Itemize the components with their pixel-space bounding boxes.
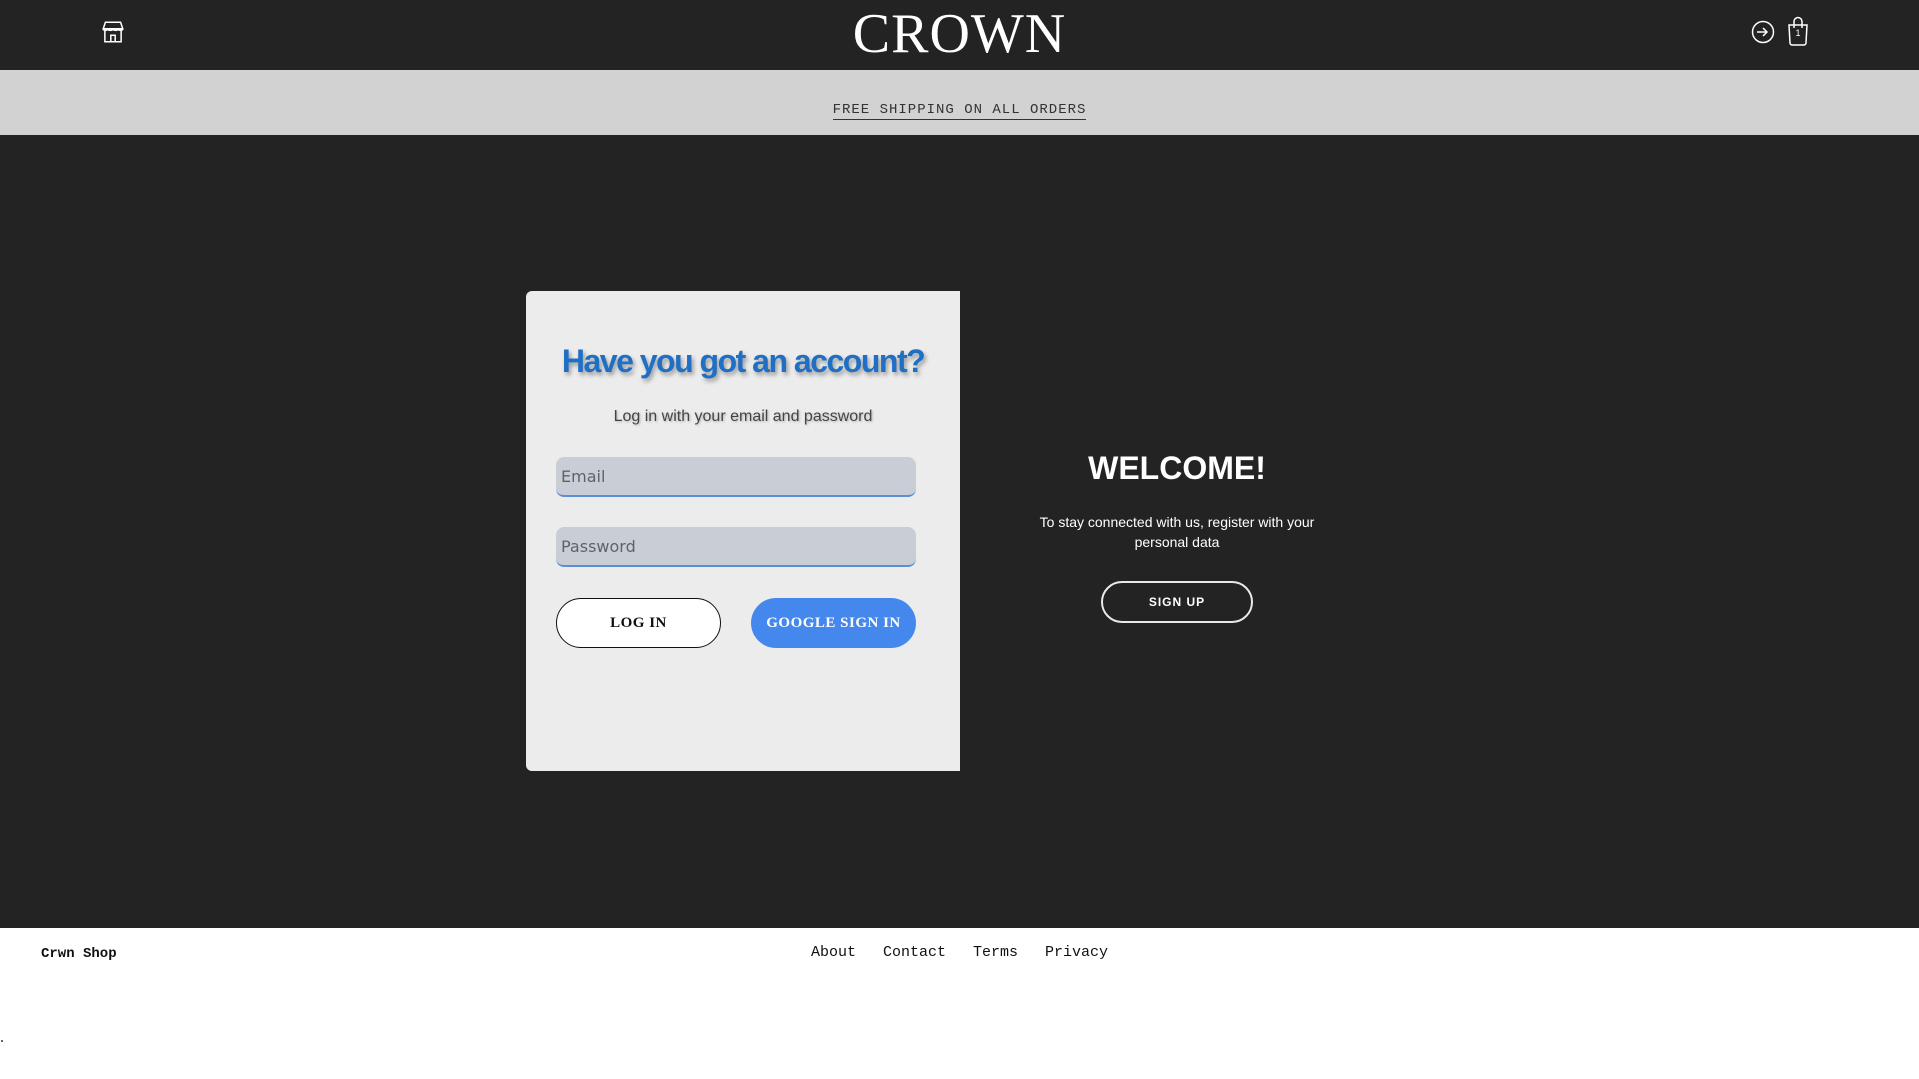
email-input[interactable] bbox=[556, 457, 916, 497]
google-signin-button[interactable]: GOOGLE SIGN IN bbox=[751, 598, 916, 648]
announcement-text: FREE SHIPPING ON ALL ORDERS bbox=[0, 102, 1919, 120]
announcement-bar: FREE SHIPPING ON ALL ORDERS bbox=[0, 70, 1919, 135]
shopping-bag-icon[interactable]: 1 bbox=[1785, 16, 1811, 46]
footer-links: About Contact Terms Privacy bbox=[0, 944, 1919, 961]
password-input[interactable] bbox=[556, 527, 916, 567]
welcome-text: To stay connected with us, register with… bbox=[1039, 514, 1315, 550]
login-card: Have you got an account? Log in with you… bbox=[526, 291, 960, 771]
cart-count: 1 bbox=[1795, 28, 1801, 38]
login-title: Have you got an account? bbox=[561, 343, 926, 379]
main-content: Have you got an account? Log in with you… bbox=[0, 135, 1919, 928]
stray-dot bbox=[1, 1040, 3, 1042]
login-subtitle: Log in with your email and password bbox=[613, 408, 873, 425]
top-header: CROWN 1 bbox=[0, 0, 1919, 70]
free-shipping-link[interactable]: FREE SHIPPING ON ALL ORDERS bbox=[832, 102, 1087, 120]
footer-link-about[interactable]: About bbox=[811, 944, 856, 961]
brand-logo[interactable]: CROWN bbox=[0, 6, 1919, 62]
footer-link-terms[interactable]: Terms bbox=[973, 944, 1018, 961]
footer-link-privacy[interactable]: Privacy bbox=[1045, 944, 1108, 961]
login-button[interactable]: LOG IN bbox=[556, 598, 721, 648]
footer-link-contact[interactable]: Contact bbox=[883, 944, 946, 961]
footer: Crwn Shop About Contact Terms Privacy bbox=[0, 928, 1919, 1079]
signup-button[interactable]: SIGN UP bbox=[1101, 581, 1253, 623]
welcome-heading: WELCOME! bbox=[1088, 450, 1266, 486]
login-icon[interactable] bbox=[1751, 20, 1775, 44]
